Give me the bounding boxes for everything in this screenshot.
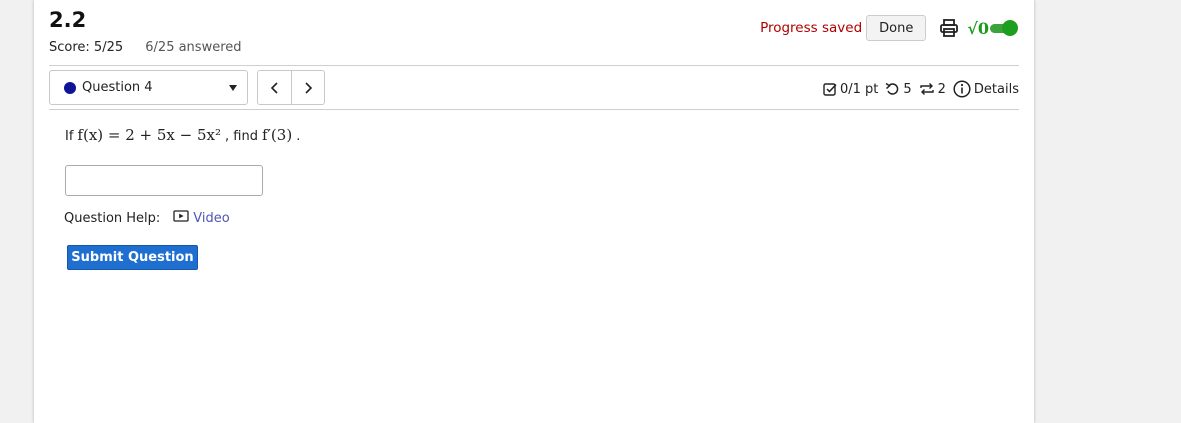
math-entry-toggle[interactable] — [990, 19, 1018, 37]
toggle-knob — [1002, 20, 1018, 36]
progress-saved-status: Progress saved — [760, 20, 863, 36]
answered-count: 6/25 answered — [145, 40, 242, 55]
question-text: If f(x) = 2 + 5x − 5x² , find f′(3) . — [65, 126, 300, 144]
details-button[interactable]: Details — [953, 80, 1019, 98]
video-icon[interactable] — [173, 210, 189, 226]
question-meta: 0/1 pt 5 2 Details — [816, 78, 1019, 100]
caret-down-icon — [229, 85, 237, 91]
question-prefix: If — [65, 129, 74, 144]
assignment-panel: 2.2 Score: 5/25 6/25 answered Progress s… — [34, 0, 1034, 423]
header-actions: Progress saved Done √0 — [760, 14, 1018, 42]
print-icon[interactable] — [939, 18, 959, 38]
question-suffix: . — [296, 129, 301, 144]
answer-input[interactable] — [65, 165, 263, 196]
submit-question-button[interactable]: Submit Question — [67, 245, 198, 270]
question-help-label: Question Help: — [64, 210, 161, 226]
retry-icon — [885, 82, 899, 95]
points-indicator: 0/1 pt — [823, 82, 878, 97]
target-expression: f′(3) — [261, 126, 293, 144]
function-expression: f(x) = 2 + 5x − 5x² — [77, 126, 222, 144]
question-selector[interactable]: Question 4 — [49, 70, 248, 105]
question-status-dot — [64, 81, 76, 94]
header-divider — [49, 65, 1019, 66]
question-help: Question Help: Video — [64, 210, 230, 226]
tries-indicator: 2 — [919, 82, 946, 97]
done-button[interactable]: Done — [866, 15, 927, 41]
points-text: 0/1 pt — [839, 81, 879, 97]
next-question-button[interactable] — [291, 71, 324, 104]
assignment-title: 2.2 — [49, 8, 87, 32]
info-icon — [953, 80, 971, 98]
repeat-icon — [919, 83, 934, 95]
chevron-left-icon — [270, 81, 278, 94]
score-text: Score: 5/25 — [49, 40, 124, 55]
video-link[interactable]: Video — [193, 211, 229, 226]
checkbox-icon — [823, 83, 837, 96]
details-label: Details — [973, 81, 1019, 97]
attempts-count: 5 — [903, 81, 912, 97]
question-mid: , find — [225, 129, 258, 144]
attempts-indicator: 5 — [885, 81, 912, 97]
math-entry-icon: √0 — [967, 18, 989, 38]
tries-count: 2 — [937, 81, 946, 97]
chevron-right-icon — [305, 81, 313, 94]
question-selector-label: Question 4 — [82, 80, 153, 95]
previous-question-button[interactable] — [258, 71, 291, 104]
question-nav-buttons — [257, 70, 325, 105]
nav-divider — [49, 109, 1019, 110]
score-row: Score: 5/25 6/25 answered — [49, 40, 242, 55]
